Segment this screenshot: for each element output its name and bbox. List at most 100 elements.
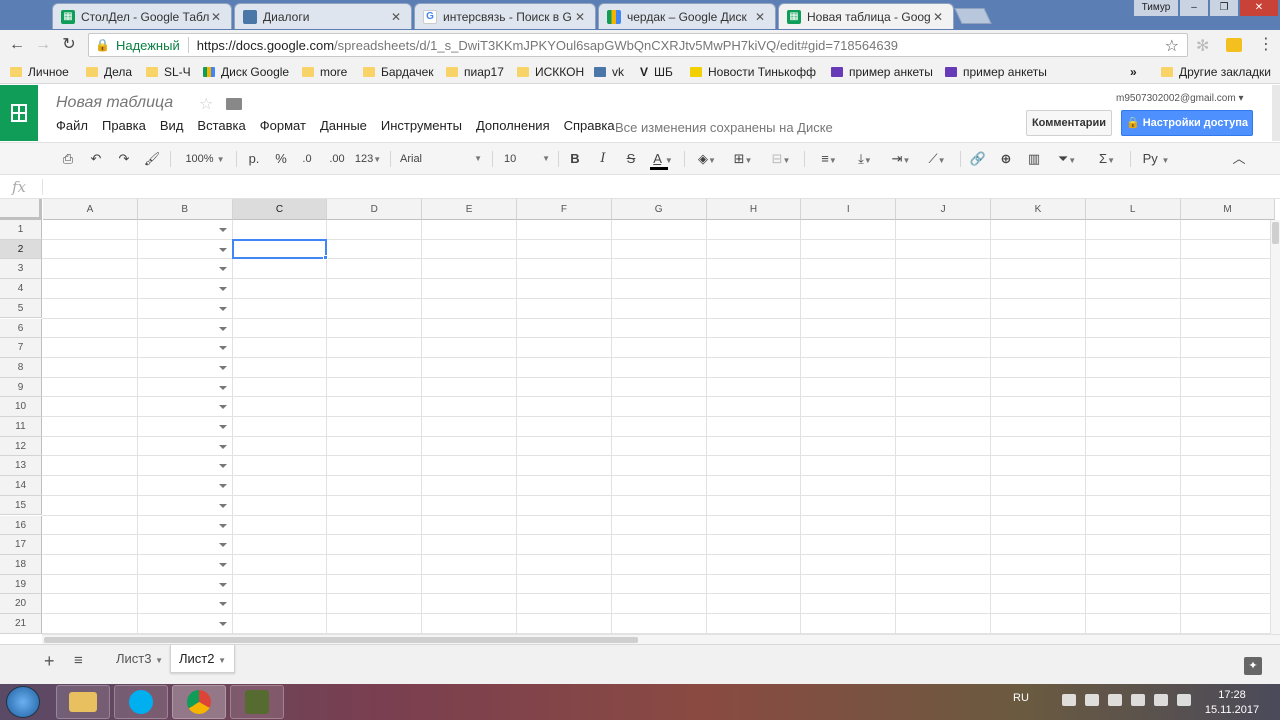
new-tab-button[interactable] [954, 8, 992, 24]
flag-icon[interactable] [1062, 694, 1076, 706]
comments-button[interactable]: Комментарии [1026, 110, 1112, 136]
column-header-l[interactable]: L [1085, 199, 1181, 220]
formula-input[interactable] [48, 177, 1268, 197]
signal-icon[interactable] [1131, 694, 1145, 706]
bold-button[interactable]: B [566, 149, 584, 169]
strikethrough-button[interactable]: S [622, 149, 640, 169]
menu-help[interactable]: Справка [564, 118, 615, 136]
row-header-11[interactable]: 11 [0, 417, 42, 437]
redo-icon[interactable]: ↷ [115, 149, 133, 169]
filter-button[interactable]: ⏷▼ [1052, 149, 1082, 169]
column-header-m[interactable]: M [1180, 199, 1276, 220]
maximize-window-icon[interactable]: ❐ [1210, 0, 1238, 16]
extension-gear-icon[interactable]: ✻ [1196, 36, 1209, 56]
star-icon[interactable]: ☆ [199, 94, 213, 114]
dropdown-arrow-icon[interactable] [219, 503, 227, 508]
row-header-5[interactable]: 5 [0, 298, 42, 319]
dropbox-icon[interactable] [1085, 694, 1099, 706]
insert-comment-icon[interactable]: ⊕ [996, 149, 1016, 169]
spreadsheet-grid[interactable]: A B C D E F G H I J K L M 1 2 3 4 5 6 7 8 9 10 11 12 13 14 15 16 17 18… [0, 199, 1280, 634]
bookmark-item[interactable]: vk [594, 64, 624, 80]
dropdown-arrow-icon[interactable] [219, 385, 227, 390]
back-arrow-icon[interactable]: ← [8, 36, 26, 54]
bookmarks-overflow-button[interactable]: » [1130, 64, 1137, 80]
functions-button[interactable]: Σ▼ [1092, 149, 1122, 169]
borders-button[interactable]: ⊞▼ [728, 149, 758, 169]
dropdown-arrow-icon[interactable] [219, 287, 227, 292]
dropdown-arrow-icon[interactable] [219, 543, 227, 548]
close-icon[interactable]: ✕ [389, 10, 403, 24]
browser-tab-search[interactable]: G интерсвязь - Поиск в G ✕ [414, 3, 596, 29]
taskbar-skype[interactable] [114, 685, 168, 719]
row-header-6[interactable]: 6 [0, 318, 42, 339]
dropdown-arrow-icon[interactable] [219, 622, 227, 626]
column-header-k[interactable]: K [991, 199, 1086, 220]
text-rotation-button[interactable]: ⟋▼ [922, 149, 952, 169]
document-title[interactable]: Новая таблица [56, 94, 173, 112]
network-icon[interactable] [1108, 694, 1122, 706]
row-header-15[interactable]: 15 [0, 495, 42, 516]
row-header-19[interactable]: 19 [0, 574, 42, 595]
font-size-select[interactable]: 10 ▼ [504, 149, 550, 169]
vertical-align-button[interactable]: ⤓▼ [850, 149, 880, 169]
italic-button[interactable]: I [594, 149, 612, 169]
bookmark-item[interactable]: SL-Ч [146, 64, 191, 80]
column-header-c[interactable]: C [232, 199, 328, 220]
menu-insert[interactable]: Вставка [197, 118, 245, 136]
sheet-tab-list2[interactable]: Лист2 ▼ [170, 645, 236, 673]
menu-addons[interactable]: Дополнения [476, 118, 550, 136]
bookmark-item[interactable]: Новости Тинькофф [690, 64, 816, 80]
dropdown-arrow-icon[interactable] [219, 326, 227, 331]
dropdown-arrow-icon[interactable] [219, 602, 227, 607]
bookmark-item[interactable]: Личное [10, 64, 69, 80]
row-header-12[interactable]: 12 [0, 436, 42, 457]
row-header-1[interactable]: 1 [0, 220, 42, 240]
collapse-menus-icon[interactable]: ︿ [1230, 149, 1248, 169]
row-header-20[interactable]: 20 [0, 594, 42, 614]
sync-icon[interactable] [1177, 694, 1191, 706]
input-tools-button[interactable]: Ру ▼ [1138, 149, 1174, 169]
dropdown-arrow-icon[interactable] [219, 484, 227, 489]
column-header-j[interactable]: J [896, 199, 991, 220]
row-header-4[interactable]: 4 [0, 279, 42, 299]
menu-data[interactable]: Данные [320, 118, 367, 136]
sheet-tab-list3[interactable]: Лист3 ▼ [108, 645, 171, 673]
increase-decimals-button[interactable]: .00 [325, 149, 349, 169]
column-header-h[interactable]: H [706, 199, 802, 220]
browser-tab-drive[interactable]: чердак – Google Диск ✕ [598, 3, 776, 29]
dropdown-arrow-icon[interactable] [219, 346, 227, 351]
text-color-button[interactable]: A ▼ [648, 149, 678, 170]
window-user-badge[interactable]: Тимур [1134, 0, 1178, 16]
close-icon[interactable]: ✕ [753, 10, 767, 24]
insert-link-icon[interactable]: 🔗 [968, 149, 988, 169]
dropdown-arrow-icon[interactable] [219, 425, 227, 429]
taskbar-app[interactable] [230, 685, 284, 719]
taskbar-chrome[interactable] [172, 685, 226, 719]
row-header-17[interactable]: 17 [0, 535, 42, 555]
extension-icon[interactable] [1226, 38, 1242, 52]
fill-handle[interactable] [323, 255, 329, 261]
folder-icon[interactable] [226, 98, 242, 110]
vertical-scrollbar[interactable] [1270, 220, 1280, 634]
dropdown-arrow-icon[interactable] [219, 405, 227, 410]
undo-icon[interactable]: ↶ [87, 149, 105, 169]
percent-format-button[interactable]: % [272, 149, 290, 169]
menu-tools[interactable]: Инструменты [381, 118, 462, 136]
text-wrapping-button[interactable]: ⇥▼ [886, 149, 916, 169]
page-scrollbar[interactable] [1272, 85, 1280, 141]
column-header-i[interactable]: I [801, 199, 897, 220]
browser-tab-stoldel[interactable]: ▦ СтолДел - Google Табли ✕ [52, 3, 232, 29]
column-header-f[interactable]: F [517, 199, 612, 220]
menu-view[interactable]: Вид [160, 118, 184, 136]
row-header-16[interactable]: 16 [0, 515, 42, 536]
clock-time[interactable]: 17:28 [1203, 689, 1261, 701]
clock-date[interactable]: 15.11.2017 [1203, 704, 1261, 716]
minimize-window-icon[interactable]: – [1180, 0, 1208, 16]
zoom-select[interactable]: 100% ▼ [180, 149, 230, 169]
row-header-2[interactable]: 2 [0, 239, 42, 260]
row-header-14[interactable]: 14 [0, 476, 42, 496]
dropdown-arrow-icon[interactable] [219, 306, 227, 311]
insert-chart-icon[interactable]: ▥ [1024, 149, 1044, 169]
dropdown-arrow-icon[interactable] [219, 365, 227, 370]
column-header-g[interactable]: G [611, 199, 707, 220]
